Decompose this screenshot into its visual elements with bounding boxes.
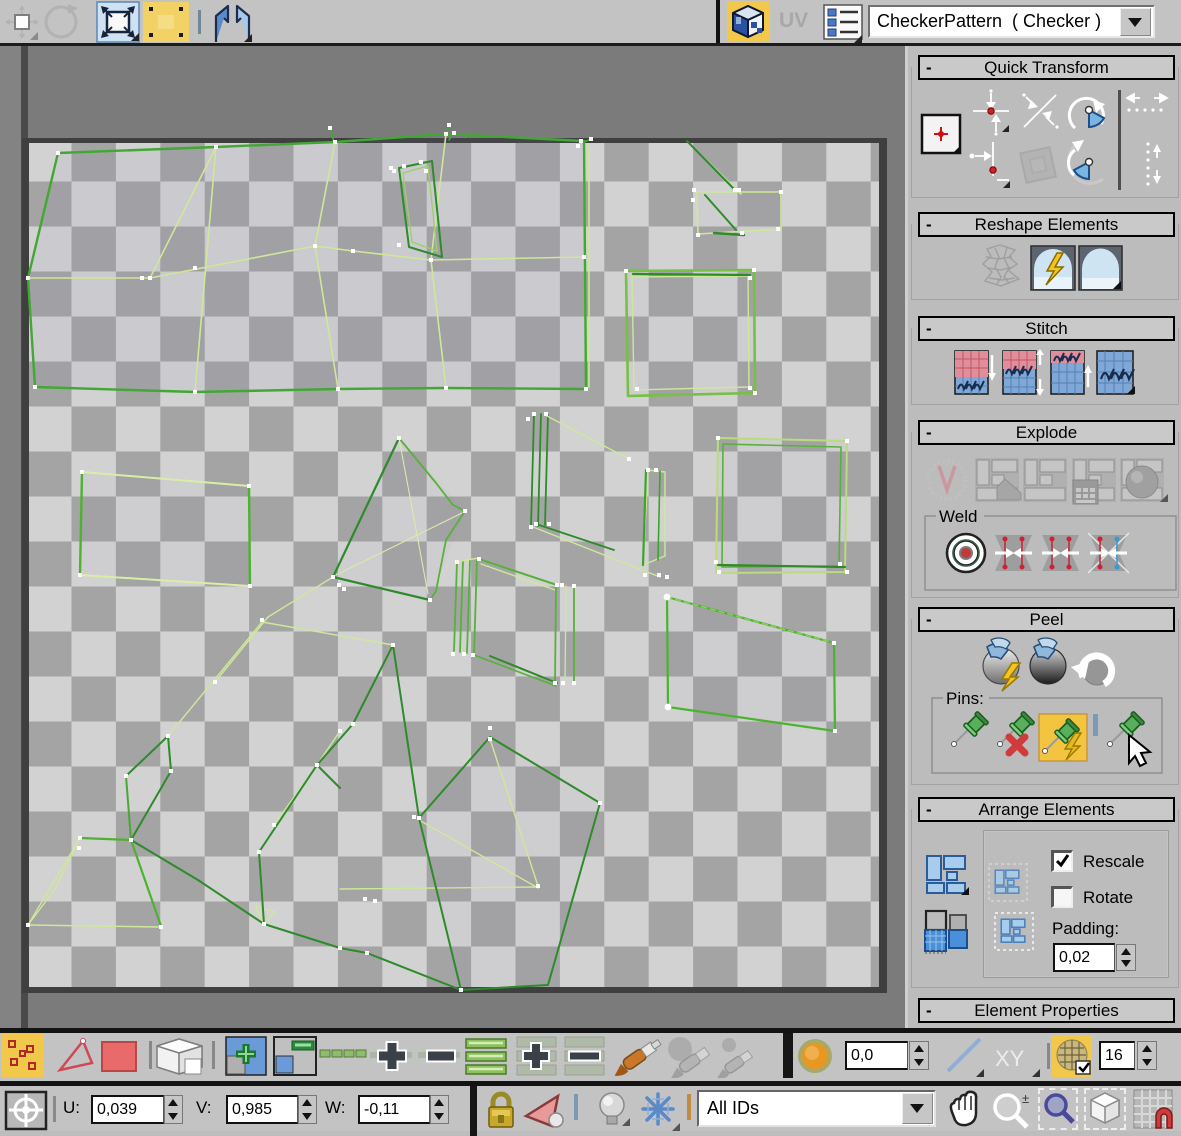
svg-text:Weld: Weld (939, 507, 977, 526)
svg-text:±: ± (1022, 1091, 1029, 1106)
svg-text:Pins:: Pins: (946, 689, 984, 708)
svg-text:XY: XY (995, 1046, 1025, 1071)
